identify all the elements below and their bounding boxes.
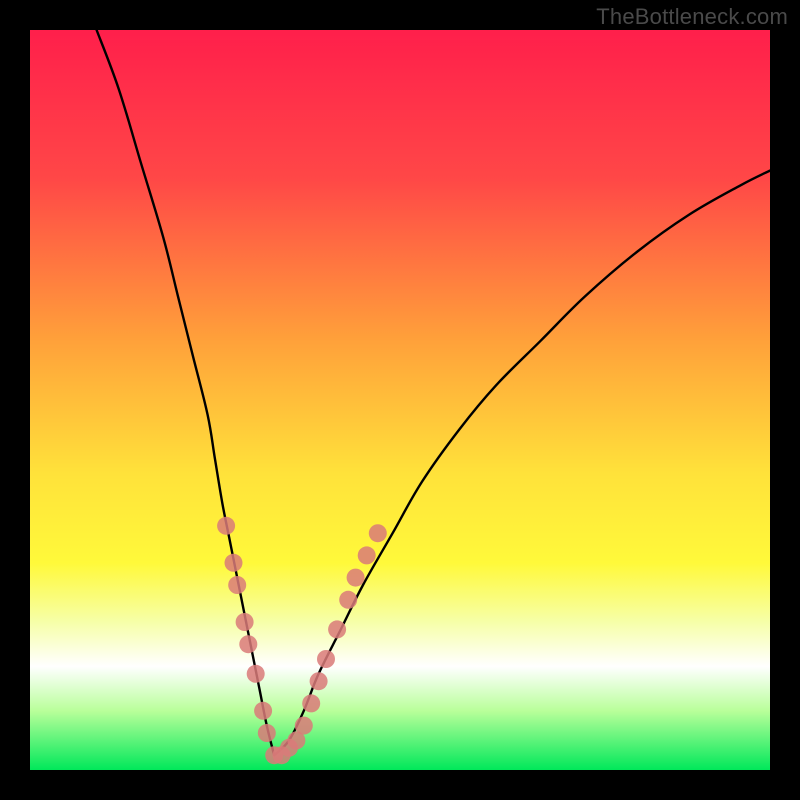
marker-dot bbox=[302, 694, 320, 712]
marker-dot bbox=[258, 724, 276, 742]
marker-dot bbox=[369, 524, 387, 542]
marker-dot bbox=[310, 672, 328, 690]
marker-dot bbox=[295, 717, 313, 735]
marker-dot bbox=[358, 546, 376, 564]
marker-dot bbox=[347, 569, 365, 587]
marker-dot bbox=[317, 650, 335, 668]
marker-dot bbox=[217, 517, 235, 535]
marker-dot bbox=[254, 702, 272, 720]
outer-frame: TheBottleneck.com bbox=[0, 0, 800, 800]
highlight-markers bbox=[217, 517, 387, 764]
marker-dot bbox=[328, 620, 346, 638]
marker-dot bbox=[225, 554, 243, 572]
marker-dot bbox=[239, 635, 257, 653]
marker-dot bbox=[236, 613, 254, 631]
marker-dot bbox=[339, 591, 357, 609]
watermark-text: TheBottleneck.com bbox=[596, 4, 788, 30]
marker-dot bbox=[247, 665, 265, 683]
curve-right-branch bbox=[274, 171, 770, 756]
chart-curves bbox=[30, 30, 770, 770]
marker-dot bbox=[228, 576, 246, 594]
plot-area bbox=[30, 30, 770, 770]
